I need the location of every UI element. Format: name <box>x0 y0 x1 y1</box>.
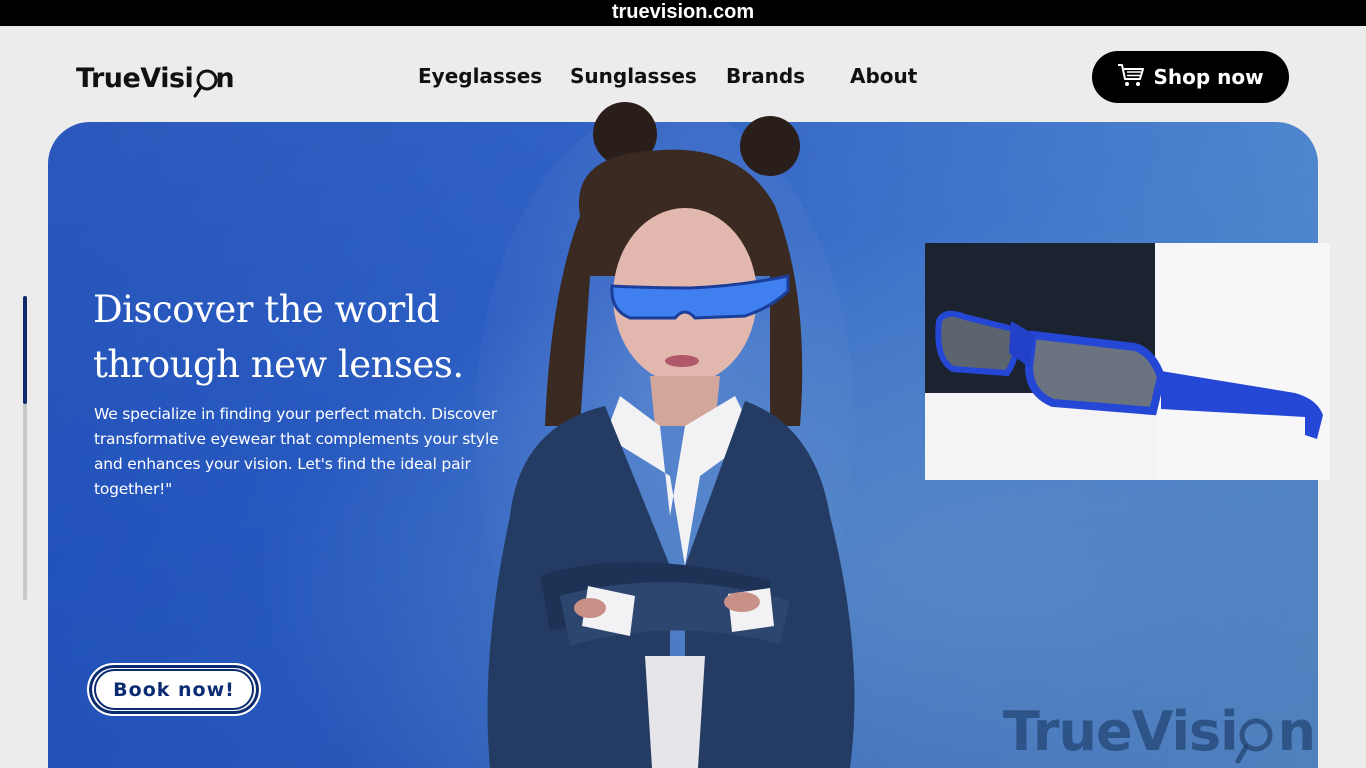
cart-icon <box>1117 62 1145 93</box>
watermark-magnifier-icon <box>1235 707 1278 764</box>
nav-about[interactable]: About <box>850 60 917 92</box>
shop-now-label: Shop now <box>1153 65 1264 89</box>
brand-watermark: TrueVisi n <box>1003 700 1316 764</box>
nav-eyeglasses[interactable]: Eyeglasses <box>418 60 542 92</box>
headline-line-1: Discover the world <box>93 288 440 331</box>
hero-headline: Discover the world through new lenses. <box>93 282 533 392</box>
hero-model-image <box>470 96 860 768</box>
scrollbar-thumb[interactable] <box>23 296 27 404</box>
magnifier-icon <box>193 64 218 98</box>
nav-brands[interactable]: Brands <box>726 60 805 92</box>
domain-text: truevision.com <box>611 1 755 23</box>
book-now-label: Book now! <box>94 669 254 710</box>
shop-now-button[interactable]: Shop now <box>1092 51 1289 103</box>
book-now-button[interactable]: Book now! <box>87 663 261 716</box>
product-sunglasses-image[interactable] <box>925 243 1330 480</box>
headline-line-2: through new lenses. <box>93 343 464 386</box>
hero-description: We specialize in finding your perfect ma… <box>94 405 499 498</box>
top-domain-bar: truevision.com <box>0 0 1366 26</box>
brand-logo[interactable]: TrueVisi n <box>76 58 235 98</box>
logo-text: TrueVisi <box>76 62 194 94</box>
nav-sunglasses[interactable]: Sunglasses <box>570 60 697 92</box>
watermark-text: TrueVisi <box>1003 700 1239 763</box>
